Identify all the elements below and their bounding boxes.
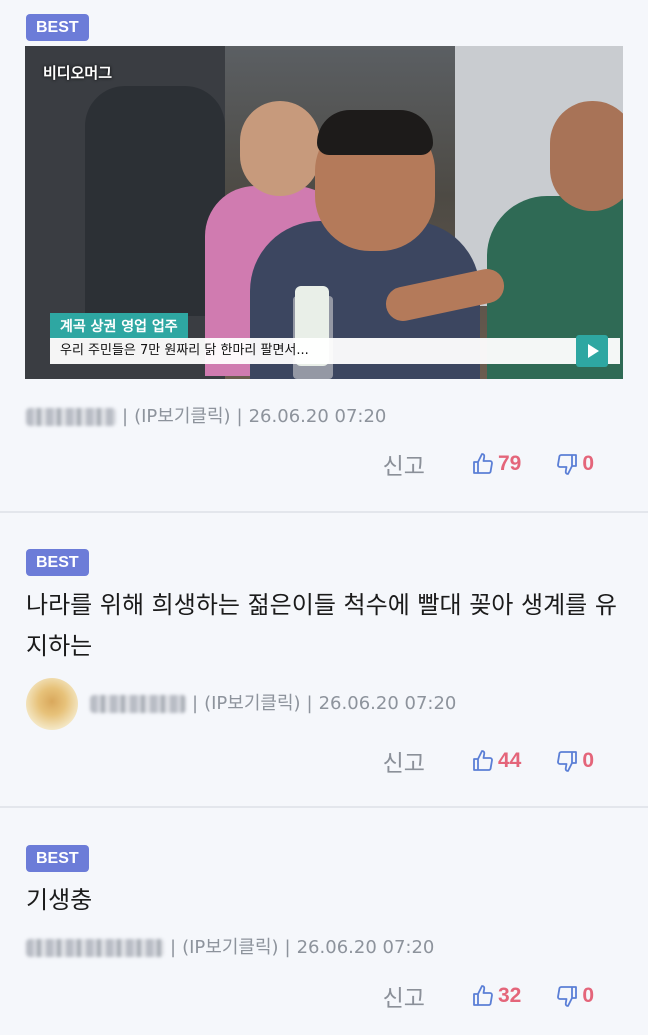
thumbs-down-icon xyxy=(557,751,578,772)
comment-date: 26.06.20 07:20 xyxy=(318,693,457,714)
thumbs-up-icon xyxy=(473,453,493,474)
ip-view-link[interactable]: (IP보기클릭) xyxy=(204,689,300,719)
play-icon xyxy=(576,335,608,367)
best-badge: BEST xyxy=(26,14,89,41)
meta-separator: | xyxy=(236,406,243,427)
comment-image[interactable]: 비디오머그 계곡 상권 영업 업주 우리 주민들은 7만 원짜리 닭 한마리 팔… xyxy=(25,46,623,379)
dislike-button[interactable]: 0 xyxy=(555,452,594,476)
like-count: 32 xyxy=(497,984,522,1007)
best-badge: BEST xyxy=(26,845,89,872)
comment-actions: 신고 44 0 xyxy=(383,744,594,778)
thumbs-up-icon xyxy=(473,750,493,771)
comment-2: BEST 나라를 위해 희생하는 젊은이들 척수에 빨대 꽂아 생계를 유지하는… xyxy=(0,513,648,807)
report-button[interactable]: 신고 xyxy=(383,447,425,481)
meta-separator: | xyxy=(306,693,313,714)
comment-text: 기생충 xyxy=(26,886,93,914)
author-name-blurred[interactable] xyxy=(26,408,116,426)
ip-view-link[interactable]: (IP보기클릭) xyxy=(182,933,278,963)
comment-date: 26.06.20 07:20 xyxy=(248,406,387,427)
dislike-count: 0 xyxy=(582,452,594,475)
thumbs-down-icon xyxy=(557,454,578,475)
report-button[interactable]: 신고 xyxy=(383,979,425,1013)
meta-separator: | xyxy=(170,937,177,958)
author-name-blurred[interactable] xyxy=(26,939,164,957)
dislike-count: 0 xyxy=(582,749,594,772)
comment-text: 나라를 위해 희생하는 젊은이들 척수에 빨대 꽂아 생계를 유지하는 xyxy=(26,591,617,660)
dislike-count: 0 xyxy=(582,984,594,1007)
video-brand-logo: 비디오머그 xyxy=(43,65,113,82)
caption-subtitle: 우리 주민들은 7만 원짜리 닭 한마리 팔면서... xyxy=(50,338,620,364)
ip-view-link[interactable]: (IP보기클릭) xyxy=(134,402,230,432)
like-count: 79 xyxy=(497,452,522,475)
comment-meta: | (IP보기클릭) | 26.06.20 07:20 xyxy=(26,402,386,432)
thumbs-up-icon xyxy=(473,985,493,1006)
like-count: 44 xyxy=(497,749,522,772)
report-button[interactable]: 신고 xyxy=(383,744,425,778)
meta-separator: | xyxy=(284,937,291,958)
like-button[interactable]: 79 xyxy=(471,452,521,476)
caption-title: 계곡 상권 영업 업주 xyxy=(50,313,188,339)
comment-actions: 신고 32 0 xyxy=(383,979,594,1013)
thumbs-down-icon xyxy=(557,986,578,1007)
avatar[interactable] xyxy=(26,678,78,730)
comment-3: BEST 기생충 | (IP보기클릭) | 26.06.20 07:20 신고 … xyxy=(0,808,648,1035)
best-badge: BEST xyxy=(26,549,89,576)
comment-date: 26.06.20 07:20 xyxy=(296,937,435,958)
comment-1: BEST 비디오머그 계곡 상권 영업 업주 우리 주민들은 7만 원짜리 닭 … xyxy=(0,0,648,512)
like-button[interactable]: 32 xyxy=(471,984,521,1008)
comment-meta: | (IP보기클릭) | 26.06.20 07:20 xyxy=(26,933,434,963)
meta-separator: | xyxy=(192,693,199,714)
author-name-blurred[interactable] xyxy=(90,695,186,713)
dislike-button[interactable]: 0 xyxy=(555,984,594,1008)
meta-separator: | xyxy=(122,406,129,427)
comment-meta: | (IP보기클릭) | 26.06.20 07:20 xyxy=(26,677,456,731)
dislike-button[interactable]: 0 xyxy=(555,749,594,773)
like-button[interactable]: 44 xyxy=(471,749,521,773)
comment-actions: 신고 79 0 xyxy=(383,447,594,481)
